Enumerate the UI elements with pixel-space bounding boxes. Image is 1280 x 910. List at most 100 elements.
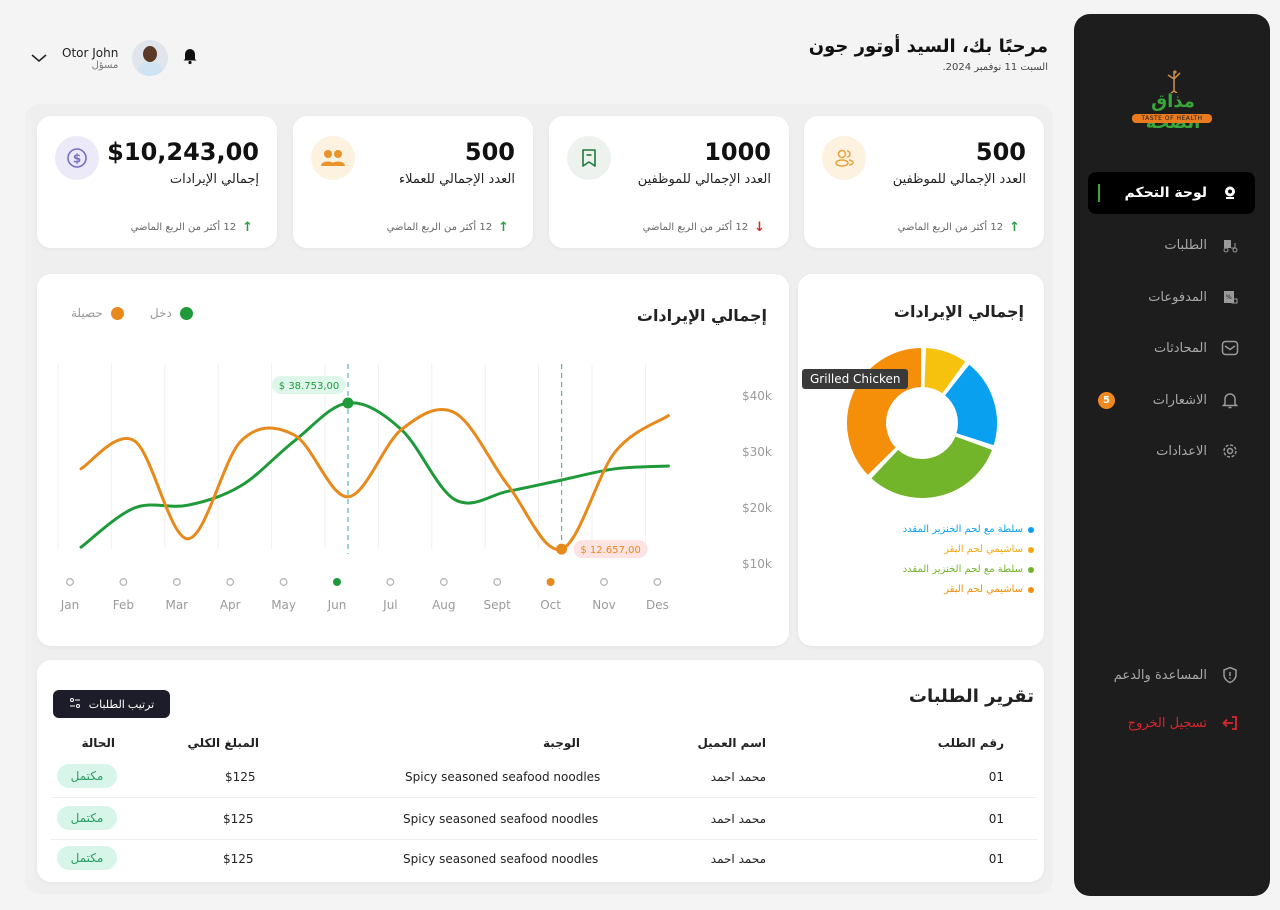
sidebar-item-label: الطلبات (1164, 237, 1207, 253)
sidebar-item-label: المساعدة والدعم (1113, 667, 1207, 683)
x-axis-dot-active (333, 578, 341, 586)
stat-trend-text: 12 أكثر من الربع الماضي (642, 222, 749, 233)
chevron-down-icon[interactable] (30, 49, 48, 68)
series-line-proceeds (79, 408, 670, 551)
x-axis-dot-active (546, 578, 555, 586)
bookmark-icon (567, 136, 611, 180)
avatar-head (143, 46, 158, 62)
table-row[interactable]: 01 محمد احمد Spicy seasoned seafood nood… (51, 758, 1037, 798)
user-menu[interactable]: Otor John مسؤل (30, 40, 198, 76)
legend-item-proceeds: حصيلة (71, 306, 124, 320)
sidebar-item-payments[interactable]: المدفوعات % (1088, 276, 1255, 318)
sidebar-item-notifications[interactable]: 5 الاشعارات (1088, 379, 1255, 421)
bell-icon[interactable] (182, 47, 198, 69)
status-badge: مكتمل (57, 764, 117, 788)
customer-name: محمد احمد (710, 812, 766, 826)
sidebar-item-settings[interactable]: الاعدادات (1088, 430, 1255, 472)
stat-trend-text: 12 أكثر من الربع الماضي (130, 222, 237, 233)
y-tick-label: $10k (742, 557, 772, 571)
stat-value: $10,243,00 (107, 138, 259, 166)
legend-dot (1028, 546, 1034, 553)
sort-label: ترتيب الطلبات (88, 698, 155, 711)
customer-name: محمد احمد (710, 770, 766, 784)
sidebar-item-help[interactable]: المساعدة والدعم (1088, 654, 1255, 696)
x-axis-dot (600, 578, 608, 586)
stat-label: العدد الإجمالي للعملاء (399, 172, 515, 187)
stat-trend: ↑ 12 أكثر من الربع الماضي (131, 220, 253, 235)
x-tick-label: Jul (382, 598, 397, 612)
table-row[interactable]: 01 محمد احمد Spicy seasoned seafood nood… (51, 840, 1037, 880)
chart-legend: دخل حصيلة (71, 306, 193, 320)
avatar[interactable] (132, 40, 169, 76)
y-tick-label: $30k (742, 445, 772, 459)
revenue-line-chart-card: $40k $30k $20k $10k $ 38.753,00 $ 12.657,00 Ja… (37, 274, 789, 646)
legend-label: سلطة مع لحم الخنزير المقدد (902, 564, 1023, 575)
legend-dot (110, 306, 124, 320)
table-row[interactable]: 01 محمد احمد Spicy seasoned seafood nood… (51, 800, 1037, 840)
logo-figure-icon (1167, 70, 1181, 93)
order-amount: $125 (225, 770, 256, 784)
order-id: 01 (988, 770, 1004, 784)
sort-orders-button[interactable]: ترتيب الطلبات (53, 690, 170, 718)
column-header-meal: الوجبة (543, 736, 580, 750)
stat-card-revenue: $10,243,00 إجمالي الإيرادات $ ↑ 12 أكثر م… (37, 116, 277, 248)
filter-icon (69, 697, 81, 712)
donut-legend: سلطة مع لحم الخنزير المقدد ساشيمي لحم الب… (903, 524, 1034, 604)
logo[interactable]: مذاق الصحة TASTE OF HEALTH (1128, 69, 1218, 133)
x-tick-label: Nov (592, 598, 615, 612)
revenue-line-chart: $40k $30k $20k $10k $ 38.753,00 $ 12.657,00 Ja… (57, 364, 772, 612)
sidebar-item-dashboard[interactable]: لوحة التحكم (1088, 172, 1255, 214)
x-axis-dot (386, 578, 395, 586)
stat-label: العدد الإجمالي للموظفين (892, 172, 1026, 187)
meal-name: Spicy seasoned seafood noodles (405, 770, 601, 784)
x-axis-dot (279, 578, 288, 586)
x-axis-dot (119, 578, 128, 586)
x-tick-label: Des (646, 598, 669, 612)
stat-label: العدد الإجمالي للموظفين (637, 172, 771, 187)
user-role: مسؤل (91, 59, 119, 71)
sidebar: مذاق الصحة TASTE OF HEALTH لوحة التحكم ا… (1074, 14, 1270, 896)
users-icon (822, 136, 866, 180)
legend-dot (1028, 586, 1034, 593)
delivery-icon (1221, 236, 1239, 254)
legend-dot (179, 306, 193, 320)
active-indicator (1098, 184, 1100, 202)
orders-report-card: تقرير الطلبات ترتيب الطلبات رقم الطلب اس… (37, 660, 1044, 882)
data-point-marker (342, 397, 354, 409)
stat-card-staff: 1000 العدد الإجمالي للموظفين ↓ 12 أكثر من… (549, 116, 789, 248)
legend-label: سلطة مع لحم الخنزير المقدد (902, 524, 1023, 535)
payments-icon: % (1221, 288, 1239, 306)
x-axis-dot (226, 578, 235, 586)
x-tick-label: Jan (60, 598, 80, 612)
sidebar-item-label: المحادثات (1153, 340, 1207, 356)
x-axis-dot (172, 578, 181, 586)
x-axis-dot (653, 578, 662, 586)
logout-button[interactable]: تسجيل الخروج (1088, 702, 1255, 744)
x-axis-dot (66, 578, 74, 586)
sidebar-item-label: الاشعارات (1152, 392, 1207, 408)
mail-icon (1221, 339, 1239, 357)
logout-icon (1221, 714, 1239, 732)
stat-value: 1000 (704, 138, 771, 166)
y-tick-label: $20k (742, 501, 772, 515)
order-id: 01 (988, 852, 1004, 866)
x-axis-dot (439, 578, 448, 586)
sidebar-item-orders[interactable]: الطلبات (1088, 224, 1255, 266)
donut-tooltip: Grilled Chicken (802, 369, 909, 389)
donut-legend-item: سلطة مع لحم الخنزير المقدد (903, 564, 1034, 575)
group-icon (311, 136, 355, 180)
stat-card-customers: 500 العدد الإجمالي للعملاء ↑ 12 أكثر من ا… (293, 116, 533, 248)
user-info: Otor John مسؤل (62, 46, 118, 71)
column-header-amount: المبلغ الكلي (187, 736, 259, 750)
column-header-customer: اسم العميل (697, 736, 766, 750)
sidebar-item-chats[interactable]: المحادثات (1088, 327, 1255, 369)
stat-value: 500 (464, 138, 515, 166)
svg-text:$: $ (73, 152, 81, 166)
page-date: السبت 11 نوفمبر 2024. (942, 62, 1048, 73)
column-header-status: الحالة (81, 736, 115, 750)
legend-label: ساشيمي لحم البقر (944, 544, 1023, 555)
shield-icon (1221, 666, 1239, 684)
logo-brand: مذاق الصحة (1146, 91, 1201, 133)
sidebar-item-label: الاعدادات (1156, 443, 1207, 459)
gear-icon (1221, 442, 1239, 460)
